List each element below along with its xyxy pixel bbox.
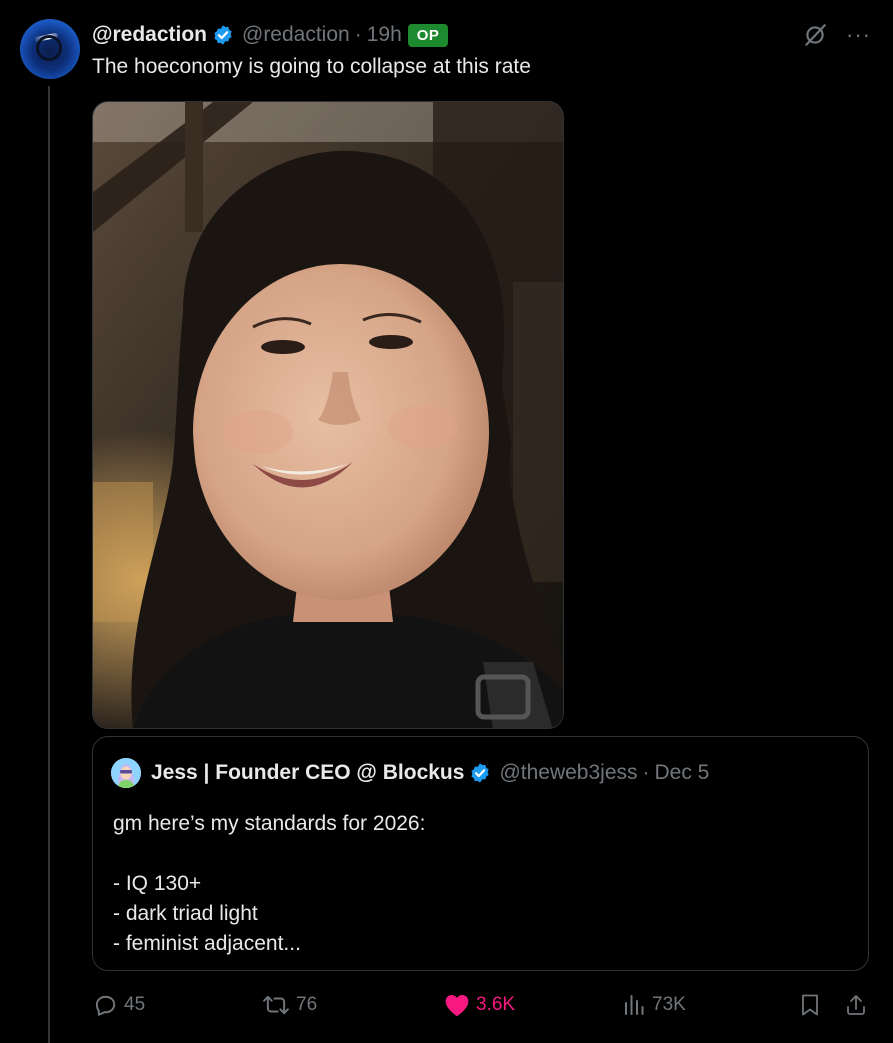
share-icon	[847, 995, 865, 1015]
repost-count: 76	[296, 994, 318, 1015]
avatar-ring	[36, 35, 62, 61]
views-icon	[625, 995, 644, 1015]
verified-badge-icon	[212, 24, 234, 46]
thread-line	[48, 86, 50, 1043]
reply-count: 45	[124, 994, 146, 1015]
quoted-post-text: gm here’s my standards for 2026: - IQ 13…	[113, 809, 425, 959]
repost-button[interactable]: 76	[262, 988, 317, 1022]
quoted-post-blank-line	[113, 839, 425, 869]
quoted-post[interactable]: Jess | Founder CEO @ Blockus @theweb3jes…	[92, 736, 869, 971]
share-button[interactable]	[844, 988, 874, 1022]
quoted-post-line: - dark triad light	[113, 902, 258, 925]
quoted-post-line: - feminist adjacent...	[113, 932, 301, 955]
reply-button[interactable]: 45	[92, 988, 145, 1022]
views-button[interactable]: 73K	[622, 988, 686, 1022]
author-avatar[interactable]	[20, 19, 80, 79]
post-timestamp[interactable]: 19h	[367, 23, 402, 47]
author-handle[interactable]: @redaction	[242, 23, 350, 47]
post-text: The hoeconomy is going to collapse at th…	[92, 55, 531, 78]
separator-dot: ·	[642, 761, 650, 784]
post-image[interactable]	[92, 101, 564, 729]
like-count: 3.6K	[476, 994, 516, 1015]
post-header: @redaction @redaction · 19h OP	[92, 20, 449, 50]
heart-icon	[445, 995, 469, 1017]
reply-icon	[95, 995, 116, 1016]
bookmark-icon	[802, 994, 818, 1016]
post-action-bar: 45 76 3.6K 73K	[92, 988, 872, 1022]
like-button[interactable]: 3.6K	[444, 988, 515, 1022]
quoted-author-handle[interactable]: @theweb3jess	[499, 761, 637, 785]
grok-icon[interactable]	[802, 22, 828, 48]
bookmark-button[interactable]	[798, 988, 828, 1022]
quoted-post-header: Jess | Founder CEO @ Blockus @theweb3jes…	[111, 757, 709, 789]
repost-icon	[263, 995, 289, 1015]
author-display-name[interactable]: @redaction	[92, 23, 207, 47]
quoted-post-date[interactable]: Dec 5	[655, 761, 710, 785]
quoted-post-line: - IQ 130+	[113, 872, 202, 895]
quoted-author-avatar[interactable]	[111, 758, 141, 788]
quoted-post-line: gm here’s my standards for 2026:	[113, 812, 426, 835]
post-top-actions: ···	[802, 22, 871, 48]
op-badge: OP	[407, 23, 449, 47]
verified-badge-icon	[469, 762, 491, 784]
views-count: 73K	[652, 994, 686, 1015]
separator-dot: ·	[354, 23, 362, 46]
more-icon[interactable]: ···	[846, 24, 871, 46]
quoted-author-display-name[interactable]: Jess | Founder CEO @ Blockus	[151, 761, 464, 785]
